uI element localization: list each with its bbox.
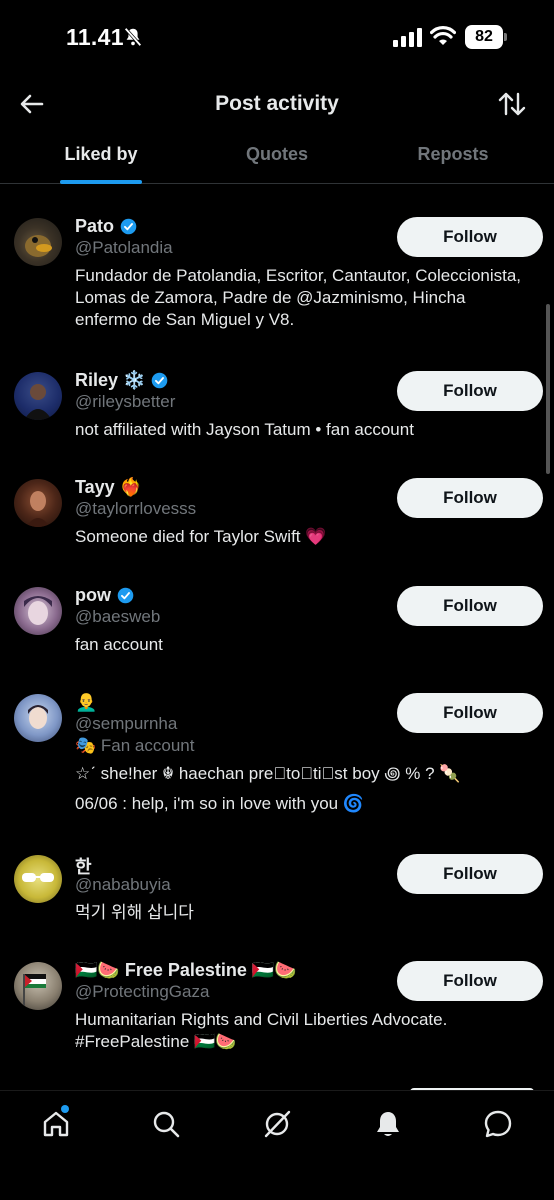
follow-button[interactable]: Follow (397, 586, 543, 626)
avatar[interactable] (14, 962, 62, 1010)
user-handle[interactable]: @taylorrlovesss (75, 499, 196, 519)
home-icon[interactable] (41, 1109, 71, 1139)
user-name[interactable]: Pato (75, 216, 137, 237)
user-label: 🎭 Fan account (75, 736, 195, 755)
avatar[interactable] (14, 694, 62, 742)
user-name[interactable]: Tayy ❤️‍🔥 (75, 477, 142, 498)
avatar[interactable] (14, 218, 62, 266)
notification-dot (61, 1105, 69, 1113)
user-name[interactable]: 🇵🇸🍉 Free Palestine 🇵🇸🍉 (75, 960, 297, 981)
user-bio: fan account (75, 635, 163, 654)
search-icon[interactable] (151, 1109, 181, 1139)
follow-button[interactable]: Follow (397, 478, 543, 518)
active-tab-indicator (60, 180, 142, 184)
avatar[interactable] (14, 372, 62, 420)
bell-off-icon (124, 27, 142, 47)
user-handle[interactable]: @rileysbetter (75, 392, 175, 412)
user-name[interactable]: pow (75, 585, 134, 606)
bottom-nav (0, 1090, 554, 1200)
tab-reposts[interactable]: Reposts (361, 138, 545, 184)
user-bio: Fundador de Patolandia, Escritor, Cantau… (75, 266, 522, 329)
follow-button[interactable]: Follow (397, 961, 543, 1001)
user-name[interactable]: Riley ❄️ (75, 370, 168, 391)
user-bio: ☆ˊ she!her ☬ haechan pre⃝to⃝ti⃝st boy ꩜ … (75, 764, 461, 783)
page-title: Post activity (215, 92, 339, 115)
wifi-icon (430, 26, 456, 45)
cellular-signal-icon (393, 28, 422, 47)
user-handle[interactable]: @nababuyia (75, 875, 171, 895)
tab-quotes[interactable]: Quotes (185, 138, 369, 184)
user-bio: 먹기 위해 삽니다 (75, 903, 194, 922)
user-bio: not affiliated with Jayson Tatum • fan a… (75, 420, 414, 439)
battery-level: 82 (465, 25, 503, 49)
grok-icon[interactable] (262, 1109, 292, 1139)
follow-button[interactable]: Follow (397, 217, 543, 257)
follow-button[interactable]: Follow (397, 854, 543, 894)
status-bar: 11.41 82 (0, 0, 554, 76)
follow-button[interactable]: Follow (397, 693, 543, 733)
user-name[interactable]: 👨‍🦲 (75, 692, 97, 713)
messages-icon[interactable] (483, 1109, 513, 1139)
user-bio: Humanitarian Rights and Civil Liberties … (75, 1010, 448, 1051)
battery-icon: 82 (465, 25, 507, 49)
user-handle[interactable]: @baesweb (75, 607, 160, 627)
sort-icon[interactable] (496, 88, 528, 120)
status-time: 11.41 (66, 24, 124, 50)
avatar[interactable] (14, 587, 62, 635)
avatar[interactable] (14, 479, 62, 527)
verified-badge-icon (152, 372, 168, 389)
user-handle[interactable]: @Patolandia (75, 238, 173, 258)
follow-button[interactable]: Follow (397, 371, 543, 411)
tab-liked-by[interactable]: Liked by (9, 138, 193, 184)
avatar[interactable] (14, 855, 62, 903)
user-bio-line-2: 06/06 : help, i'm so in love with you 🌀 (75, 794, 364, 813)
tab-bar: Liked by Quotes Reposts (0, 138, 554, 184)
scrollbar[interactable] (546, 304, 550, 474)
verified-badge-icon (120, 218, 137, 235)
user-bio: Someone died for Taylor Swift 💗 (75, 527, 327, 546)
user-handle[interactable]: @sempurnha (75, 714, 177, 734)
user-handle[interactable]: @ProtectingGaza (75, 982, 209, 1002)
notifications-icon[interactable] (373, 1109, 403, 1139)
verified-badge-icon (117, 587, 134, 604)
